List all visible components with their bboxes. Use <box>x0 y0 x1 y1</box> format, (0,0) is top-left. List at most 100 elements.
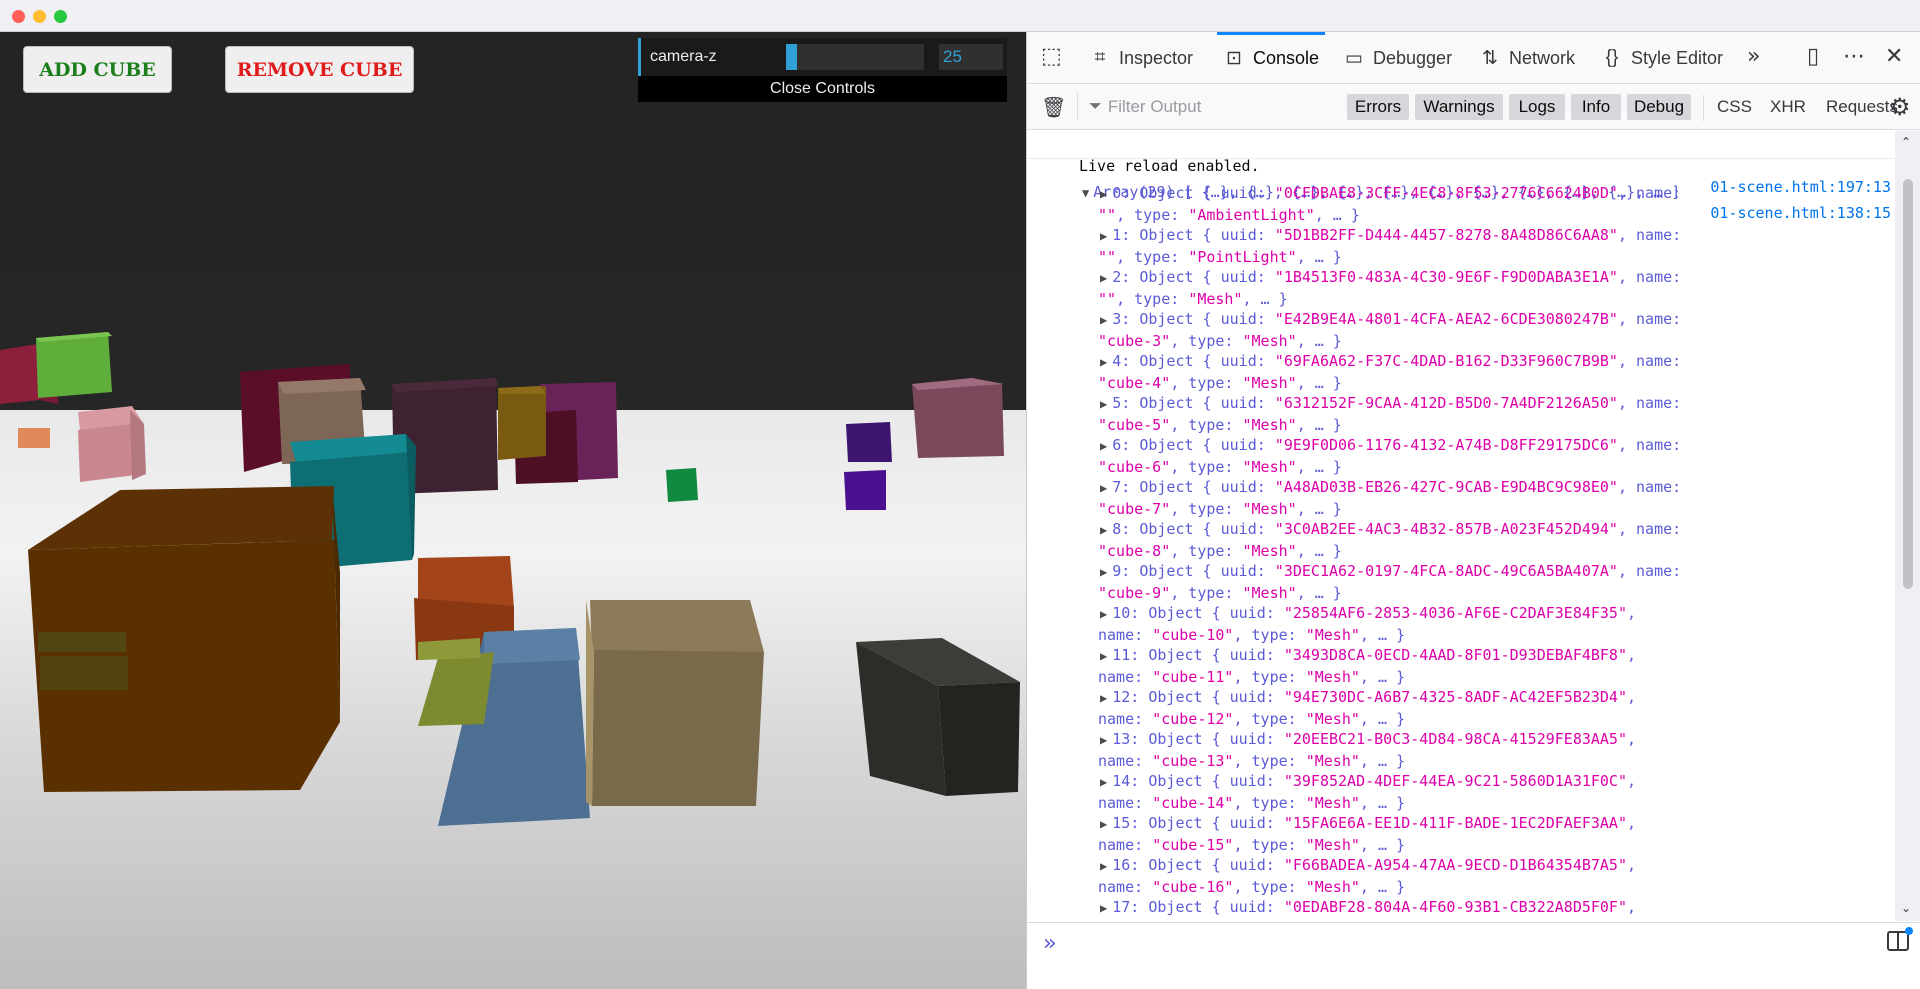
scroll-up-icon[interactable]: ⌃ <box>1901 135 1911 149</box>
array-entry[interactable]: ▶ 7: Object { uuid: "A48AD03B-EB26-427C-9… <box>1098 477 1880 520</box>
filter-warnings-button[interactable]: Warnings <box>1415 94 1503 120</box>
collapsed-triangle-icon[interactable]: ▶ <box>1100 649 1107 663</box>
entry-line-2: "cube-8", type: "Mesh", … } <box>1098 542 1342 560</box>
collapsed-triangle-icon[interactable]: ▶ <box>1100 481 1107 495</box>
filter-output-input[interactable]: ⏷ Filter Output <box>1089 93 1359 121</box>
entry-line-2: "cube-5", type: "Mesh", … } <box>1098 416 1342 434</box>
debugger-icon: ▭ <box>1345 47 1363 69</box>
collapsed-triangle-icon[interactable]: ▶ <box>1100 775 1107 789</box>
scroll-down-icon[interactable]: ⌄ <box>1901 901 1911 915</box>
more-tools-icon[interactable]: » <box>1747 44 1760 69</box>
array-entry[interactable]: ▶ 5: Object { uuid: "6312152F-9CAA-412D-B… <box>1098 393 1880 436</box>
filter-xhr-button[interactable]: XHR <box>1770 94 1806 120</box>
collapsed-triangle-icon[interactable]: ▶ <box>1100 187 1107 201</box>
array-entry[interactable]: ▶ 3: Object { uuid: "E42B9E4A-4801-4CFA-A… <box>1098 309 1880 352</box>
collapsed-triangle-icon[interactable]: ▶ <box>1100 817 1107 831</box>
maximize-window-icon[interactable] <box>54 10 67 23</box>
filter-debug-button[interactable]: Debug <box>1627 94 1691 120</box>
trash-icon[interactable]: 🗑 <box>1041 95 1066 119</box>
collapsed-triangle-icon[interactable]: ▶ <box>1100 439 1107 453</box>
add-cube-button[interactable]: ADD CUBE <box>23 46 172 93</box>
slider-fill <box>786 44 797 70</box>
entry-line-1: 4: Object { uuid: "69FA6A62-F37C-4DAD-B1… <box>1112 352 1682 370</box>
filter-info-button[interactable]: Info <box>1571 94 1621 120</box>
close-devtools-icon[interactable]: ✕ <box>1885 44 1903 69</box>
more-options-icon[interactable]: ⋯ <box>1843 44 1865 69</box>
array-entry[interactable]: ▶ 2: Object { uuid: "1B4513F0-483A-4C30-9… <box>1098 267 1880 310</box>
entry-line-2: "", type: "AmbientLight", … } <box>1098 206 1360 224</box>
array-entry[interactable]: ▶ 11: Object { uuid: "3493D8CA-0ECD-4AAD-… <box>1098 645 1880 688</box>
responsive-design-icon[interactable]: ▯ <box>1807 44 1819 69</box>
array-entry[interactable]: ▶ 6: Object { uuid: "9E9F0D06-1176-4132-A… <box>1098 435 1880 478</box>
collapsed-triangle-icon[interactable]: ▶ <box>1100 523 1107 537</box>
array-entry[interactable]: ▶ 1: Object { uuid: "5D1BB2FF-D444-4457-8… <box>1098 225 1880 268</box>
array-entry[interactable]: ▶ 4: Object { uuid: "69FA6A62-F37C-4DAD-B… <box>1098 351 1880 394</box>
camera-z-number-input[interactable]: 25 <box>939 44 1003 70</box>
filter-errors-button[interactable]: Errors <box>1347 94 1409 120</box>
array-entry[interactable]: ▶ 17: Object { uuid: "0EDABF28-804A-4F60-… <box>1100 897 1880 919</box>
close-controls-button[interactable]: Close Controls <box>638 76 1007 102</box>
console-filter-bar: 🗑 ⏷ Filter Output Errors Warnings Logs I… <box>1027 85 1920 130</box>
collapsed-triangle-icon[interactable]: ▶ <box>1100 271 1107 285</box>
entry-line-1: 6: Object { uuid: "9E9F0D06-1176-4132-A7… <box>1112 436 1682 454</box>
entry-line-2: name: "cube-16", type: "Mesh", … } <box>1098 878 1406 896</box>
console-icon: ⊡ <box>1226 47 1242 69</box>
array-entry[interactable]: ▶ 8: Object { uuid: "3C0AB2EE-4AC3-4B32-8… <box>1098 519 1880 562</box>
entry-line-1: 2: Object { uuid: "1B4513F0-483A-4C30-9E… <box>1112 268 1682 286</box>
entry-line-2: name: "cube-14", type: "Mesh", … } <box>1098 794 1406 812</box>
array-entry[interactable]: ▶ 14: Object { uuid: "39F852AD-4DEF-44EA-… <box>1098 771 1880 814</box>
entry-line-1: 17: Object { uuid: "0EDABF28-804A-4F60-9… <box>1112 898 1637 916</box>
console-input-row[interactable]: » <box>1027 922 1920 989</box>
array-entry[interactable]: ▶ 15: Object { uuid: "15FA6E6A-EE1D-411F-… <box>1098 813 1880 856</box>
collapsed-triangle-icon[interactable]: ▶ <box>1100 313 1107 327</box>
console-scrollbar[interactable]: ⌃ ⌄ <box>1895 131 1920 921</box>
network-icon: ⇅ <box>1482 47 1498 69</box>
entry-line-2: "cube-9", type: "Mesh", … } <box>1098 584 1342 602</box>
filter-requests-button[interactable]: Requests <box>1826 94 1898 120</box>
entry-line-1: 16: Object { uuid: "F66BADEA-A954-47AA-9… <box>1112 856 1637 874</box>
tab-label: Network <box>1509 47 1576 68</box>
scrollbar-thumb[interactable] <box>1903 179 1913 589</box>
entry-line-2: "cube-6", type: "Mesh", … } <box>1098 458 1342 476</box>
collapsed-triangle-icon[interactable]: ▶ <box>1100 565 1107 579</box>
dat-gui-panel: camera-z 25 Close Controls <box>638 38 1007 102</box>
filter-logs-button[interactable]: Logs <box>1509 94 1565 120</box>
collapsed-triangle-icon[interactable]: ▶ <box>1100 355 1107 369</box>
entry-line-2: "cube-4", type: "Mesh", … } <box>1098 374 1342 392</box>
inspector-icon: ⌗ <box>1094 47 1106 68</box>
collapsed-triangle-icon[interactable]: ▶ <box>1100 859 1107 873</box>
console-message: ▼ Array(29) [ {…}, {…}, {…}, {…}, {…}, {…… <box>1027 161 1897 222</box>
gear-icon[interactable]: ⚙ <box>1889 93 1911 121</box>
tab-debugger[interactable]: ▭ Debugger <box>1343 32 1452 84</box>
tab-style-editor[interactable]: {} Style Editor <box>1601 32 1723 84</box>
entry-line-1: 12: Object { uuid: "94E730DC-A6B7-4325-8… <box>1112 688 1637 706</box>
tab-console[interactable]: ⊡ Console <box>1216 32 1326 84</box>
entry-line-1: 3: Object { uuid: "E42B9E4A-4801-4CFA-AE… <box>1112 310 1682 328</box>
array-entry[interactable]: ▶ 16: Object { uuid: "F66BADEA-A954-47AA-… <box>1098 855 1880 898</box>
element-picker-icon[interactable]: ⬚ <box>1041 44 1062 69</box>
entry-line-2: "cube-3", type: "Mesh", … } <box>1098 332 1342 350</box>
remove-cube-button[interactable]: REMOVE CUBE <box>225 46 414 93</box>
collapsed-triangle-icon[interactable]: ▶ <box>1100 229 1107 243</box>
array-entry[interactable]: ▶ 0: Object { uuid: "0CFDBAE8-3CFF-4EC8-8… <box>1098 183 1880 226</box>
entry-line-1: 13: Object { uuid: "20EEBC21-B0C3-4D84-9… <box>1112 730 1637 748</box>
collapsed-triangle-icon[interactable]: ▶ <box>1100 397 1107 411</box>
array-entry[interactable]: ▶ 10: Object { uuid: "25854AF6-2853-4036-… <box>1098 603 1880 646</box>
threejs-scene-canvas[interactable]: ADD CUBE REMOVE CUBE camera-z 25 Close C… <box>0 32 1026 989</box>
tab-inspector[interactable]: ⌗ Inspector <box>1089 32 1193 84</box>
collapsed-triangle-icon[interactable]: ▶ <box>1100 691 1107 705</box>
close-window-icon[interactable] <box>12 10 25 23</box>
filter-css-button[interactable]: CSS <box>1717 94 1752 120</box>
collapsed-triangle-icon[interactable]: ▶ <box>1100 607 1107 621</box>
entry-line-2: name: "cube-11", type: "Mesh", … } <box>1098 668 1406 686</box>
camera-z-slider[interactable] <box>786 44 924 70</box>
minimize-window-icon[interactable] <box>33 10 46 23</box>
tab-network[interactable]: ⇅ Network <box>1479 32 1575 84</box>
tab-label: Console <box>1253 47 1320 68</box>
collapsed-triangle-icon[interactable]: ▶ <box>1100 733 1107 747</box>
array-entry[interactable]: ▶ 12: Object { uuid: "94E730DC-A6B7-4325-… <box>1098 687 1880 730</box>
entry-line-2: name: "cube-12", type: "Mesh", … } <box>1098 710 1406 728</box>
array-entry[interactable]: ▶ 9: Object { uuid: "3DEC1A62-0197-4FCA-8… <box>1098 561 1880 604</box>
array-entry[interactable]: ▶ 13: Object { uuid: "20EEBC21-B0C3-4D84-… <box>1098 729 1880 772</box>
collapsed-triangle-icon[interactable]: ▶ <box>1100 901 1107 915</box>
